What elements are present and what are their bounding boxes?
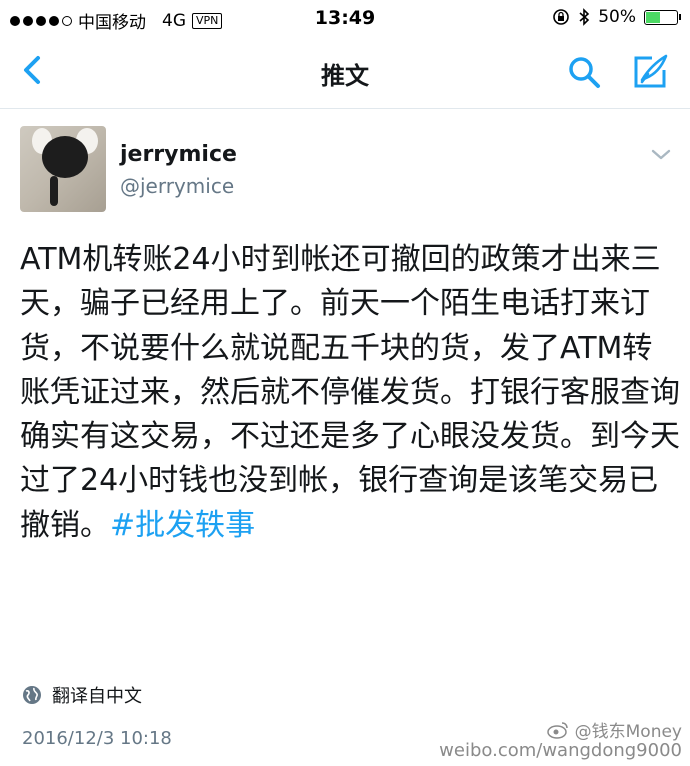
tweet-timestamp: 2016/12/3 10:18: [22, 728, 172, 749]
hashtag-link[interactable]: #批发轶事: [110, 508, 255, 543]
navigation-bar: 推文: [0, 36, 690, 109]
bluetooth-icon: [579, 8, 590, 26]
avatar[interactable]: [20, 126, 106, 212]
watermark-author: @钱东Money: [574, 722, 682, 742]
compose-icon[interactable]: [630, 52, 670, 92]
battery-percent: 50%: [598, 7, 636, 27]
rotation-lock-icon: [553, 9, 570, 25]
display-name[interactable]: jerrymice: [120, 142, 237, 167]
translate-button[interactable]: 翻译自中文: [22, 682, 142, 708]
battery-fill: [646, 11, 660, 23]
search-icon[interactable]: [566, 54, 602, 90]
translate-label: 翻译自中文: [52, 686, 142, 707]
watermark-url: weibo.com/wangdong9000: [439, 740, 682, 761]
status-bar: 中国移动 4G VPN 13:49 50%: [0, 0, 690, 36]
weibo-logo-icon: [546, 721, 568, 739]
tweet-body: ATM机转账24小时到帐还可撤回的政策才出来三天，骗子已经用上了。前天一个陌生电…: [20, 242, 680, 543]
globe-icon: [23, 686, 41, 704]
tweet-header: jerrymice @jerrymice: [20, 126, 680, 216]
chevron-down-icon[interactable]: [650, 148, 672, 162]
tweet-text: ATM机转账24小时到帐还可撤回的政策才出来三天，骗子已经用上了。前天一个陌生电…: [20, 238, 680, 548]
status-right: 50%: [552, 7, 681, 27]
battery-icon: [644, 9, 681, 25]
weibo-watermark: @钱东Money: [546, 717, 682, 742]
user-handle[interactable]: @jerrymice: [120, 174, 234, 198]
